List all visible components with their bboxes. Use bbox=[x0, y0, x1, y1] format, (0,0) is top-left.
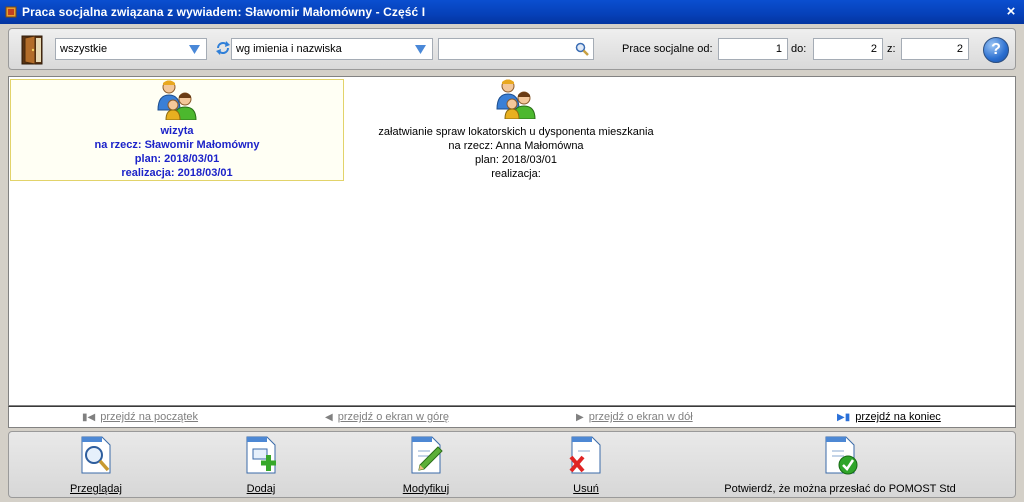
search-icon[interactable] bbox=[575, 42, 589, 56]
nav-first-link[interactable]: ▮◀ przejdź na początek bbox=[82, 411, 198, 423]
door-icon[interactable] bbox=[21, 35, 43, 65]
card-plan: plan: 2018/03/01 bbox=[134, 153, 220, 165]
nav-down-link[interactable]: ▶ przejdź o ekran w dół bbox=[576, 411, 693, 423]
confirm-document-icon bbox=[825, 436, 858, 475]
filter-select-value: wszystkie bbox=[60, 43, 108, 55]
list-item[interactable]: wizyta na rzecz: Sławomir Małomówny plan… bbox=[10, 79, 344, 181]
prace-from-label: Prace socjalne od: bbox=[622, 43, 713, 55]
filter-select[interactable]: wszystkie bbox=[55, 38, 207, 60]
sort-select-value: wg imienia i nazwiska bbox=[236, 43, 342, 55]
to-label: do: bbox=[791, 43, 807, 55]
page-up-icon: ◀ bbox=[325, 412, 333, 423]
modify-button[interactable]: Modyfikuj bbox=[379, 435, 473, 495]
navigation-bar: ▮◀ przejdź na początek ◀ przejdź o ekran w… bbox=[8, 406, 1016, 428]
from-field[interactable]: 1 bbox=[718, 38, 788, 60]
card-realization: realizacja: bbox=[491, 168, 541, 180]
list-item[interactable]: załatwianie spraw lokatorskich u dyspone… bbox=[349, 79, 683, 181]
view-button[interactable]: Przeglądaj bbox=[49, 435, 143, 495]
help-icon[interactable]: ? bbox=[983, 37, 1009, 63]
delete-button[interactable]: Usuń bbox=[549, 435, 623, 495]
edit-document-icon bbox=[411, 436, 443, 474]
first-page-icon: ▮◀ bbox=[82, 412, 96, 423]
view-document-icon bbox=[81, 436, 111, 474]
close-icon[interactable]: × bbox=[1002, 3, 1020, 21]
page-down-icon: ▶ bbox=[576, 412, 584, 423]
window-title: Praca socjalna związana z wywiadem: Sław… bbox=[22, 5, 426, 19]
add-button[interactable]: Dodaj bbox=[219, 435, 303, 495]
refresh-icon[interactable] bbox=[215, 40, 231, 56]
filter-toolbar: wszystkie wg imienia i nazwiska Prace so… bbox=[8, 28, 1016, 70]
nav-first-label: przejdź na początek bbox=[100, 411, 199, 423]
card-title: załatwianie spraw lokatorskich u dyspone… bbox=[378, 126, 654, 138]
work-list: wizyta na rzecz: Sławomir Małomówny plan… bbox=[8, 76, 1016, 406]
chevron-down-icon[interactable] bbox=[415, 45, 426, 54]
card-plan: plan: 2018/03/01 bbox=[475, 154, 557, 166]
modify-button-label: Modyfikuj bbox=[402, 483, 450, 495]
title-bar: Praca socjalna związana z wywiadem: Sław… bbox=[0, 0, 1024, 24]
nav-up-link[interactable]: ◀ przejdź o ekran w górę bbox=[325, 411, 449, 423]
card-recipient: na rzecz: Sławomir Małomówny bbox=[94, 139, 260, 151]
confirm-pomost-button-label: Potwierdź, że można przesłać do POMOST S… bbox=[724, 483, 956, 495]
sort-select[interactable]: wg imienia i nazwiska bbox=[231, 38, 433, 60]
action-bar: Przeglądaj Dodaj Modyfikuj Usuń Potwierd… bbox=[8, 431, 1016, 498]
of-label: z: bbox=[887, 43, 896, 55]
nav-up-label: przejdź o ekran w górę bbox=[337, 411, 449, 423]
to-field[interactable]: 2 bbox=[813, 38, 883, 60]
card-realization: realizacja: 2018/03/01 bbox=[121, 167, 233, 179]
add-button-label: Dodaj bbox=[246, 483, 276, 495]
confirm-pomost-button[interactable]: Potwierdź, że można przesłać do POMOST S… bbox=[721, 435, 959, 495]
card-recipient: na rzecz: Anna Małomówna bbox=[448, 140, 584, 152]
of-field[interactable]: 2 bbox=[901, 38, 969, 60]
nav-last-label: przejdź na koniec bbox=[855, 411, 941, 423]
card-title: wizyta bbox=[160, 125, 194, 137]
search-input[interactable] bbox=[438, 38, 594, 60]
last-page-icon: ▶▮ bbox=[837, 412, 851, 423]
persons-icon bbox=[157, 80, 197, 120]
persons-icon bbox=[496, 79, 536, 119]
chevron-down-icon[interactable] bbox=[189, 45, 200, 54]
add-document-icon bbox=[246, 436, 276, 474]
delete-document-icon bbox=[569, 436, 601, 474]
delete-button-label: Usuń bbox=[573, 483, 599, 495]
nav-last-link[interactable]: ▶▮ przejdź na koniec bbox=[837, 411, 941, 423]
view-button-label: Przeglądaj bbox=[70, 483, 122, 495]
nav-down-label: przejdź o ekran w dół bbox=[588, 411, 693, 423]
app-icon bbox=[5, 6, 17, 18]
